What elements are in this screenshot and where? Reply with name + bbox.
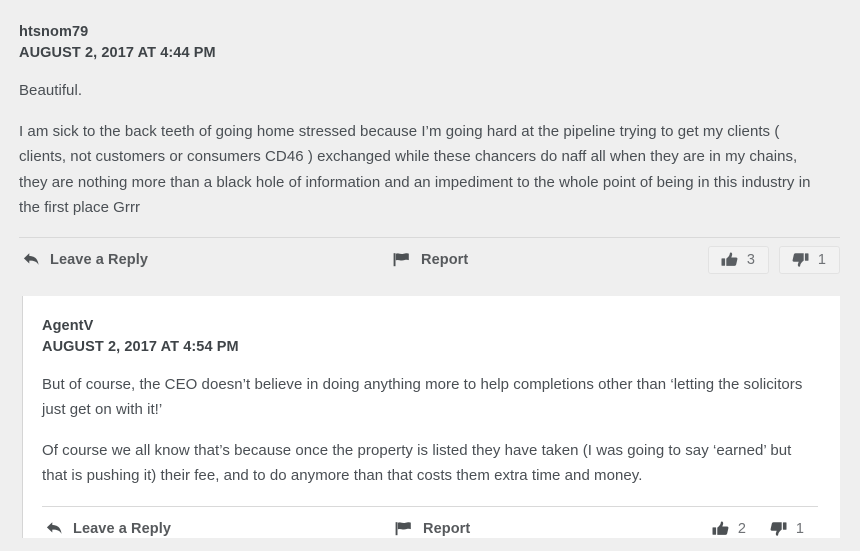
leave-a-reply-button[interactable]: Leave a Reply bbox=[23, 252, 148, 268]
upvote-count: 2 bbox=[737, 520, 746, 537]
thumbs-up-icon bbox=[712, 520, 729, 537]
thumbs-down-icon bbox=[792, 252, 809, 268]
comment-thread: htsnom79 AUGUST 2, 2017 AT 4:44 PM Beaut… bbox=[0, 0, 860, 538]
reply-action-bar: Leave a Reply Report 2 1 bbox=[42, 505, 818, 551]
leave-a-reply-label: Leave a Reply bbox=[50, 251, 149, 268]
downvote-count: 1 bbox=[817, 251, 826, 268]
thumbs-up-icon bbox=[721, 251, 738, 268]
upvote-count: 3 bbox=[746, 251, 755, 268]
leave-a-reply-label: Leave a Reply bbox=[73, 520, 172, 537]
downvote-button[interactable]: 1 bbox=[758, 516, 816, 542]
nested-reply: AgentV AUGUST 2, 2017 AT 4:54 PM But of … bbox=[22, 295, 840, 538]
downvote-button[interactable]: 1 bbox=[778, 245, 840, 274]
report-label: Report bbox=[421, 251, 469, 268]
reply-author: AgentV bbox=[42, 317, 94, 334]
reply-arrow-icon bbox=[23, 252, 40, 267]
flag-icon bbox=[393, 252, 411, 267]
comment-body: Beautiful. I am sick to the back teeth o… bbox=[19, 78, 840, 221]
comment-timestamp: AUGUST 2, 2017 AT 4:44 PM bbox=[19, 45, 216, 61]
upvote-button[interactable]: 2 bbox=[700, 516, 758, 542]
reply-arrow-icon bbox=[46, 521, 63, 536]
vote-controls: 2 1 bbox=[700, 516, 816, 542]
report-button[interactable]: Report bbox=[393, 252, 468, 268]
comment-author: htsnom79 bbox=[19, 24, 89, 40]
upvote-button[interactable]: 3 bbox=[707, 245, 769, 274]
report-label: Report bbox=[423, 520, 471, 537]
reply-paragraph: Of course we all know that’s because onc… bbox=[42, 441, 792, 485]
downvote-count: 1 bbox=[795, 520, 804, 537]
comment-paragraph: I am sick to the back teeth of going hom… bbox=[19, 122, 811, 217]
flag-icon bbox=[395, 521, 413, 536]
comment: htsnom79 AUGUST 2, 2017 AT 4:44 PM Beaut… bbox=[0, 0, 860, 282]
comment-action-bar: Leave a Reply Report 3 1 bbox=[19, 236, 840, 282]
reply-paragraph: But of course, the CEO doesn’t believe i… bbox=[42, 375, 803, 419]
reply-body: But of course, the CEO doesn’t believe i… bbox=[42, 372, 818, 489]
reply-timestamp: AUGUST 2, 2017 AT 4:54 PM bbox=[42, 338, 239, 355]
vote-controls: 3 1 bbox=[707, 245, 840, 274]
leave-a-reply-button[interactable]: Leave a Reply bbox=[46, 521, 171, 537]
thumbs-down-icon bbox=[770, 521, 787, 537]
comment-paragraph: Beautiful. bbox=[19, 82, 83, 99]
report-button[interactable]: Report bbox=[395, 521, 470, 537]
